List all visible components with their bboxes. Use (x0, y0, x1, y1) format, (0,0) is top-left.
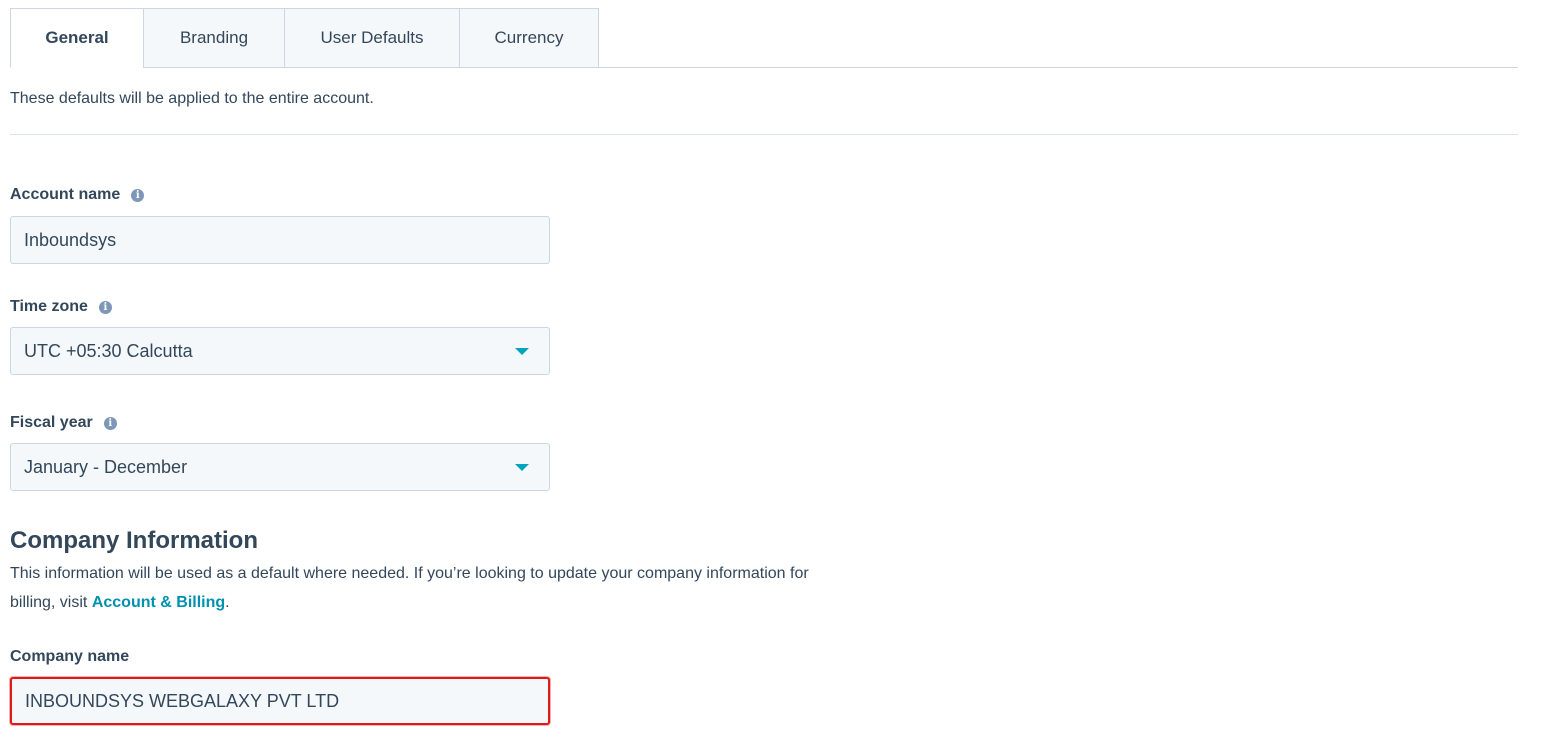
divider (10, 134, 1518, 135)
fiscal-year-select[interactable]: January - December (10, 443, 550, 491)
company-name-label: Company name (10, 648, 129, 666)
fiscal-year-label-text: Fiscal year (10, 414, 93, 431)
fiscal-year-label: Fiscal year i (10, 414, 117, 432)
settings-tabs: General Branding User Defaults Currency (10, 8, 1518, 68)
tab-branding[interactable]: Branding (143, 8, 285, 68)
account-name-value: Inboundsys (24, 229, 117, 250)
tab-user-defaults[interactable]: User Defaults (284, 8, 460, 68)
company-info-desc-end: . (225, 594, 230, 611)
time-zone-label-text: Time zone (10, 298, 88, 315)
company-name-value: INBOUNDSYS WEBGALAXY PVT LTD (25, 690, 340, 711)
time-zone-value: UTC +05:30 Calcutta (24, 340, 193, 361)
company-info-title: Company Information (10, 527, 259, 554)
account-name-input[interactable]: Inboundsys (10, 216, 550, 264)
settings-page: General Branding User Defaults Currency … (0, 0, 1542, 744)
tab-currency[interactable]: Currency (459, 8, 599, 68)
account-name-label: Account name i (10, 186, 145, 204)
tab-general[interactable]: General (10, 8, 144, 68)
account-billing-link[interactable]: Account & Billing (92, 594, 225, 611)
company-name-label-text: Company name (10, 648, 130, 665)
company-info-description: This information will be used as a defau… (10, 559, 810, 617)
intro-text: These defaults will be applied to the en… (10, 90, 374, 107)
company-name-input[interactable]: INBOUNDSYS WEBGALAXY PVT LTD (10, 677, 550, 725)
time-zone-label: Time zone i (10, 298, 112, 316)
info-icon[interactable]: i (103, 416, 117, 430)
chevron-down-icon (515, 464, 529, 471)
info-icon[interactable]: i (131, 188, 145, 202)
info-icon[interactable]: i (98, 300, 112, 314)
account-name-label-text: Account name (10, 186, 121, 203)
fiscal-year-value: January - December (24, 456, 188, 477)
chevron-down-icon (515, 348, 529, 355)
time-zone-select[interactable]: UTC +05:30 Calcutta (10, 327, 550, 375)
